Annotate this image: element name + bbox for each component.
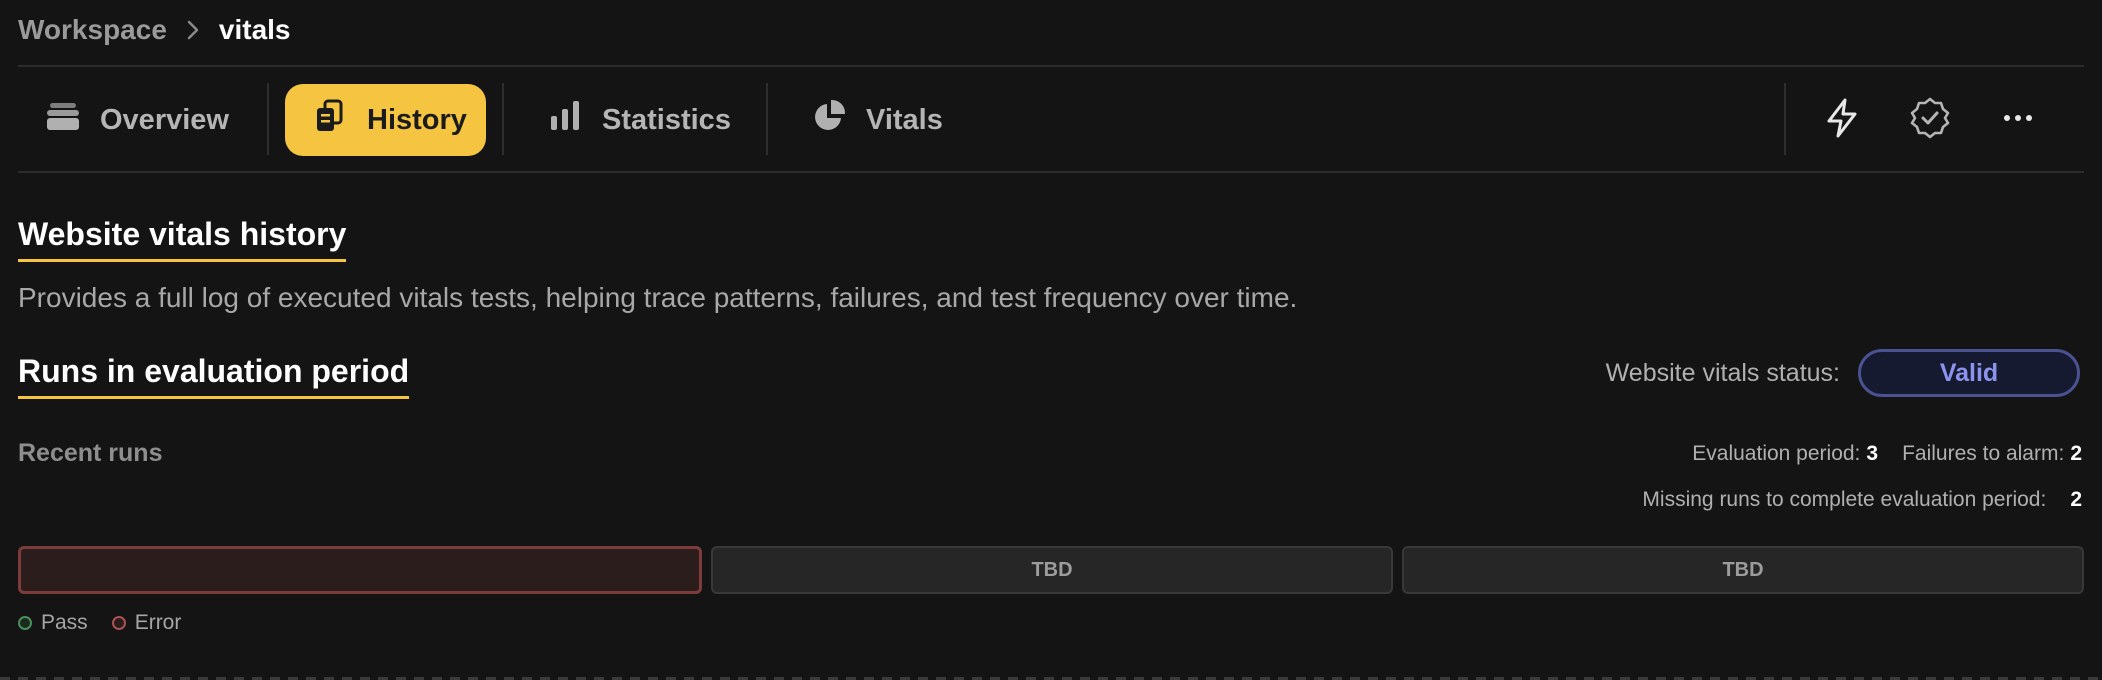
- legend-error: Error: [111, 611, 182, 635]
- verified-badge-icon: [1908, 96, 1952, 145]
- runs-strip: TBD TBD: [18, 546, 2084, 594]
- breadcrumb: Workspace vitals: [18, 0, 291, 60]
- pass-dot-icon: [18, 616, 32, 630]
- tab-overview[interactable]: Overview: [18, 84, 255, 156]
- period-label: Evaluation period:: [1692, 442, 1861, 465]
- tab-divider: [502, 83, 504, 155]
- bar-chart-icon: [546, 97, 584, 143]
- tab-label: Vitals: [866, 103, 943, 136]
- tab-label: History: [367, 103, 467, 136]
- bolt-button[interactable]: [1814, 92, 1870, 148]
- tab-label: Statistics: [602, 103, 731, 136]
- recent-runs-label: Recent runs: [18, 439, 163, 467]
- tab-statistics[interactable]: Statistics: [520, 84, 757, 156]
- runs-legend: Pass Error: [18, 611, 181, 635]
- tab-divider: [766, 83, 768, 155]
- status-label: Website vitals status:: [1605, 358, 1840, 387]
- missing-runs-meta: Missing runs to complete evaluation peri…: [1642, 488, 2082, 512]
- evaluation-meta: Evaluation period: 3 Failures to alarm: …: [1692, 442, 2082, 466]
- stack-icon: [44, 97, 82, 143]
- actions-divider: [1784, 83, 1786, 155]
- missing-value: 2: [2070, 488, 2082, 511]
- failures-label: Failures to alarm:: [1902, 442, 2065, 465]
- evaluation-title: Runs in evaluation period: [18, 353, 410, 399]
- failures-value: 2: [2070, 442, 2082, 465]
- period-value: 3: [1866, 442, 1879, 465]
- pie-chart-icon: [810, 97, 848, 143]
- status-badge: Valid: [1858, 349, 2080, 397]
- breadcrumb-workspace[interactable]: Workspace: [18, 14, 167, 46]
- tab-divider: [267, 83, 269, 155]
- vitals-status: Website vitals status: Valid: [1606, 349, 2080, 397]
- tab-bar: Overview History Statistics Vitals: [18, 67, 2084, 171]
- verify-button[interactable]: [1902, 92, 1958, 148]
- tab-label: Overview: [100, 103, 229, 136]
- breadcrumb-current: vitals: [218, 14, 291, 45]
- section-description: Provides a full log of executed vitals t…: [18, 282, 1298, 313]
- error-dot-icon: [111, 616, 126, 630]
- tab-vitals[interactable]: Vitals: [784, 84, 969, 156]
- missing-label: Missing runs to complete evaluation peri…: [1642, 488, 2047, 511]
- tab-history[interactable]: History: [285, 84, 486, 156]
- legend-error-label: Error: [134, 611, 182, 634]
- section-title: Website vitals history: [18, 216, 347, 262]
- run-slot-pending[interactable]: TBD: [711, 546, 1393, 594]
- legend-pass-label: Pass: [41, 611, 88, 634]
- more-button[interactable]: [1990, 92, 2046, 148]
- legend-pass: Pass: [18, 611, 88, 635]
- chevron-right-icon: [185, 18, 201, 42]
- more-icon: [1996, 96, 2040, 145]
- tabbar-divider: [18, 171, 2084, 173]
- documents-icon: [311, 97, 349, 143]
- run-slot-pending[interactable]: TBD: [1402, 546, 2084, 594]
- run-slot-error[interactable]: [18, 546, 702, 594]
- bolt-icon: [1820, 96, 1864, 145]
